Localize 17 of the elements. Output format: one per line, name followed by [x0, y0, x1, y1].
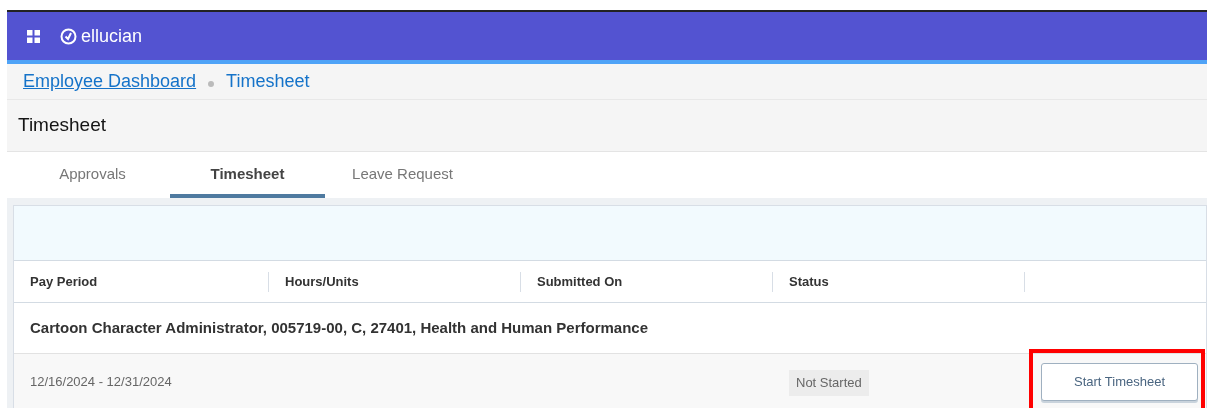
status-badge: Not Started	[789, 370, 869, 396]
table-cell: 12/16/2024 - 12/31/2024	[30, 374, 172, 389]
column-header: Pay Period	[30, 272, 98, 291]
column-header: Submitted On	[537, 272, 623, 291]
group-row-label: Cartoon Character Administrator, 005719-00, C, 27401, Health and Human Performance	[30, 317, 648, 338]
app-grid-icon[interactable]	[27, 29, 40, 43]
logo-icon	[60, 27, 77, 45]
breadcrumb-separator	[208, 80, 215, 87]
brand-name: ellucian	[81, 24, 143, 48]
tab[interactable]: Leave Request	[325, 154, 480, 198]
page-title: Timesheet	[18, 113, 106, 138]
column-header: Status	[789, 272, 829, 291]
breadcrumb-link[interactable]: Employee Dashboard	[23, 68, 197, 95]
breadcrumb-current: Timesheet	[226, 70, 310, 93]
column-header: Hours/Units	[285, 272, 359, 291]
start-timesheet-button[interactable]: Start Timesheet	[1041, 363, 1198, 401]
tab[interactable]: Approvals	[15, 154, 170, 198]
